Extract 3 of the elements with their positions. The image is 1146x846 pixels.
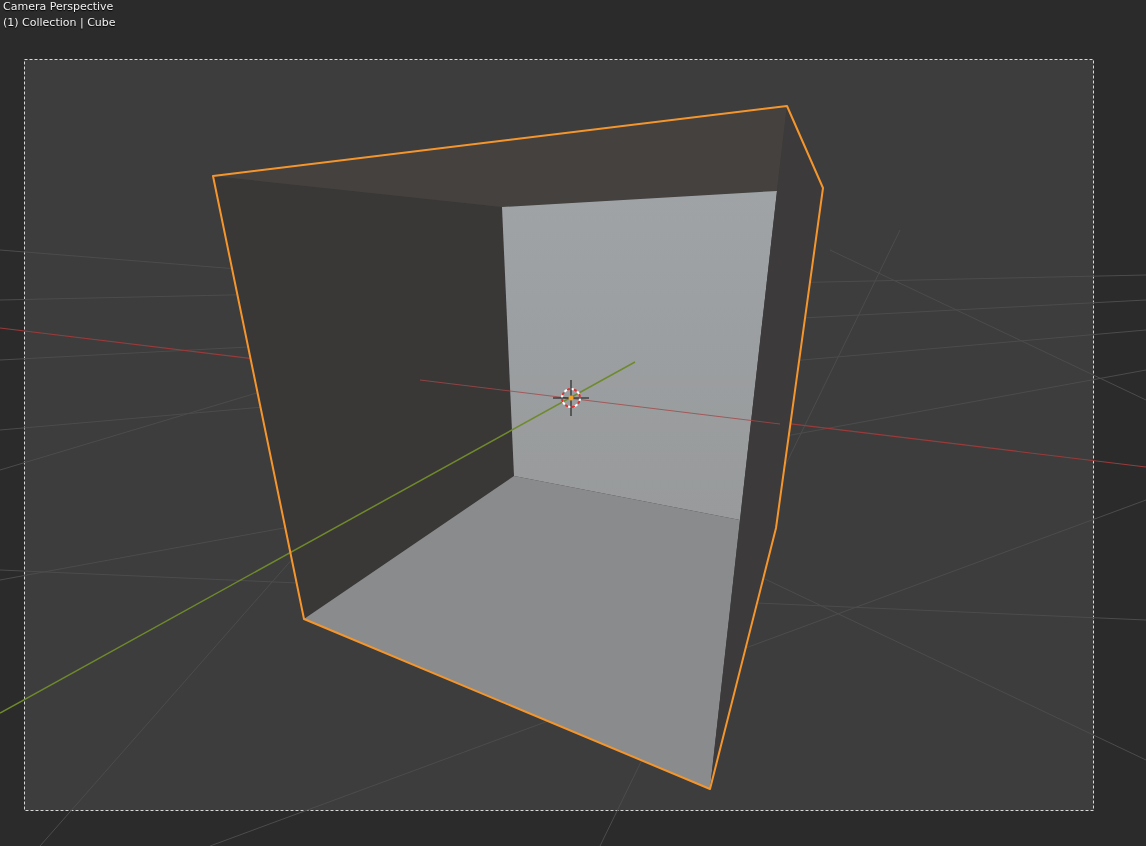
view-name: Camera Perspective xyxy=(3,0,115,14)
collection-info: (1) Collection | Cube xyxy=(3,16,116,30)
3d-cursor-icon xyxy=(552,379,590,417)
